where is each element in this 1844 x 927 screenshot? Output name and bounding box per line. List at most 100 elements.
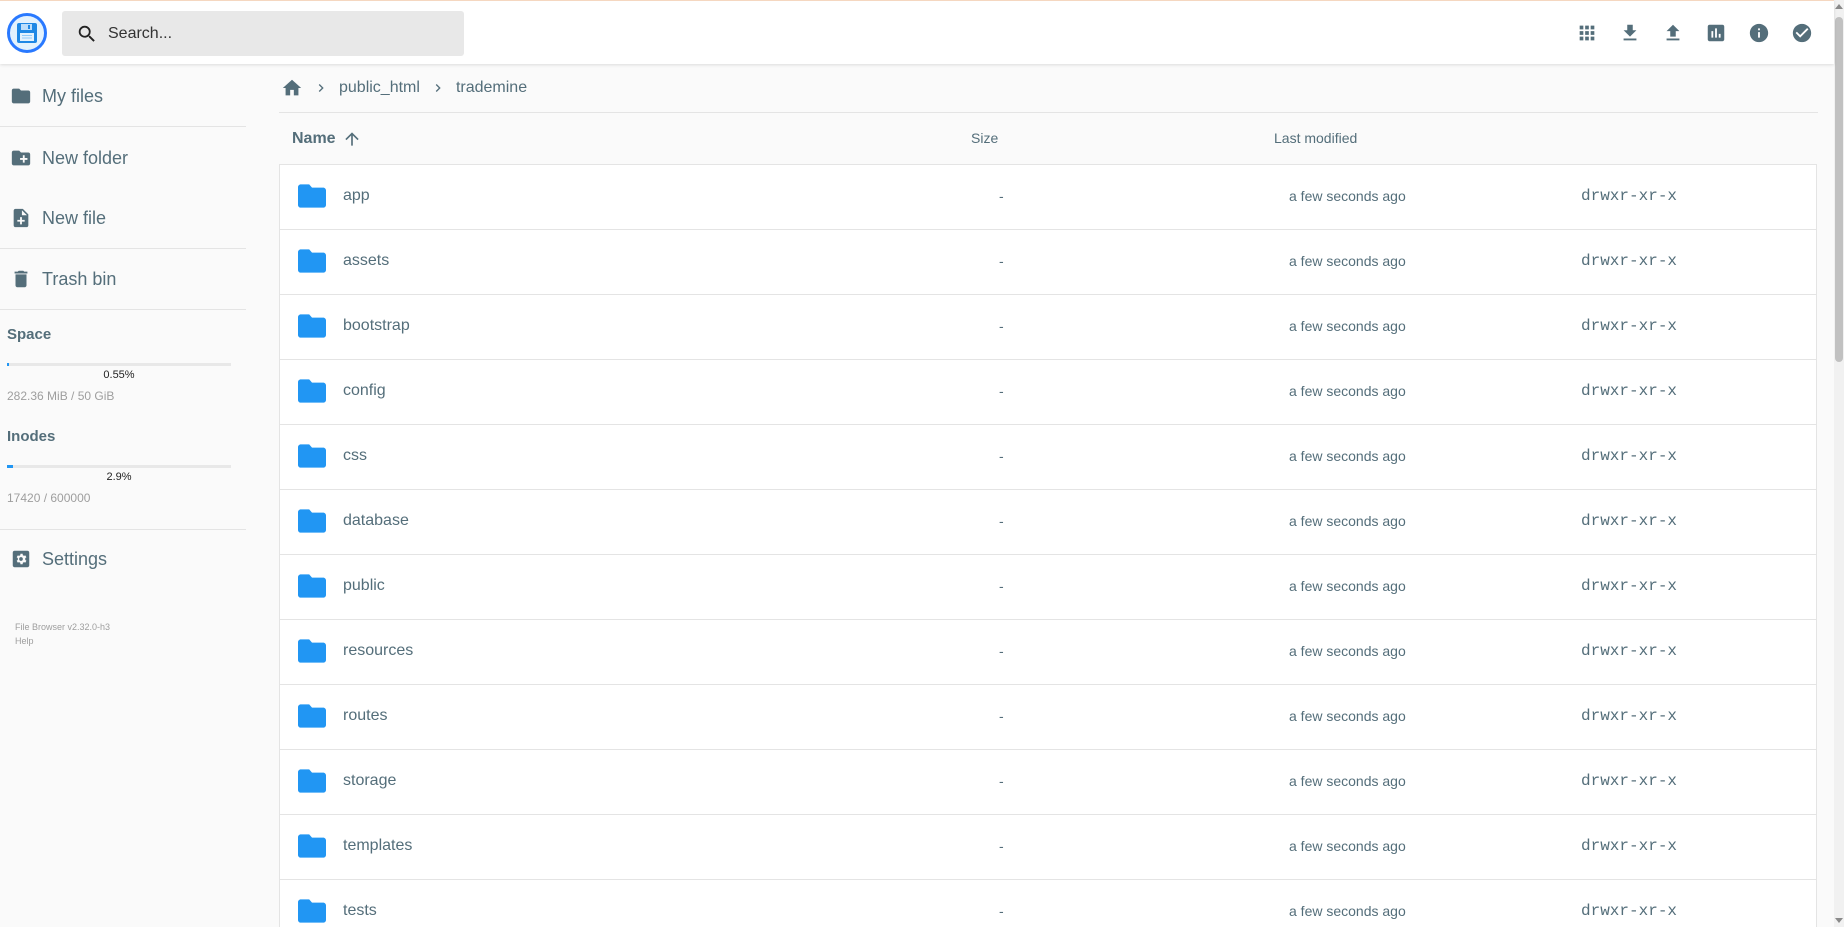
- breadcrumb-item[interactable]: trademine: [456, 79, 527, 97]
- chevron-right-icon: [435, 84, 441, 92]
- upload-button[interactable]: [1657, 17, 1689, 49]
- file-size: -: [999, 838, 1004, 854]
- file-permissions: drwxr-xr-x: [1581, 642, 1678, 660]
- column-header-name: Name: [292, 130, 336, 147]
- floppy-disk-icon: [17, 23, 37, 43]
- file-modified: a few seconds ago: [1289, 838, 1406, 854]
- sort-by-modified-button[interactable]: Last modified: [1274, 130, 1357, 146]
- file-size: -: [999, 513, 1004, 529]
- folder-icon: [298, 444, 326, 468]
- folder-icon: [298, 249, 326, 273]
- header-actions: [1571, 17, 1818, 49]
- home-icon[interactable]: [281, 77, 303, 99]
- table-row[interactable]: tests - a few seconds ago drwxr-xr-x: [280, 880, 1816, 927]
- scroll-down-arrow[interactable]: [1835, 918, 1843, 923]
- table-row[interactable]: app - a few seconds ago drwxr-xr-x: [280, 165, 1816, 230]
- search-box[interactable]: [62, 11, 464, 56]
- folder-icon: [298, 314, 326, 338]
- table-row[interactable]: bootstrap - a few seconds ago drwxr-xr-x: [280, 295, 1816, 360]
- sort-by-name-button[interactable]: Name: [292, 129, 362, 149]
- file-modified: a few seconds ago: [1289, 708, 1406, 724]
- file-modified: a few seconds ago: [1289, 448, 1406, 464]
- file-name: assets: [343, 252, 390, 269]
- table-row[interactable]: resources - a few seconds ago drwxr-xr-x: [280, 620, 1816, 685]
- file-modified: a few seconds ago: [1289, 383, 1406, 399]
- file-permissions: drwxr-xr-x: [1581, 902, 1678, 920]
- table-row[interactable]: config - a few seconds ago drwxr-xr-x: [280, 360, 1816, 425]
- file-modified: a few seconds ago: [1289, 773, 1406, 789]
- table-row[interactable]: routes - a few seconds ago drwxr-xr-x: [280, 685, 1816, 750]
- file-permissions: drwxr-xr-x: [1581, 252, 1678, 270]
- grid-view-icon: [1579, 25, 1595, 41]
- folder-icon: [298, 899, 326, 923]
- table-row[interactable]: public - a few seconds ago drwxr-xr-x: [280, 555, 1816, 620]
- download-button[interactable]: [1614, 17, 1646, 49]
- sidebar-item-new-file[interactable]: New file: [0, 195, 248, 241]
- file-modified: a few seconds ago: [1289, 318, 1406, 334]
- help-link[interactable]: Help: [15, 634, 110, 648]
- sidebar-item-settings[interactable]: Settings: [0, 536, 248, 582]
- folder-icon: [298, 574, 326, 598]
- table-row[interactable]: templates - a few seconds ago drwxr-xr-x: [280, 815, 1816, 880]
- settings-icon: [12, 550, 30, 568]
- file-name: templates: [343, 837, 413, 854]
- file-size: -: [999, 708, 1004, 724]
- sidebar-item-label: Trash bin: [42, 268, 117, 289]
- scroll-up-arrow[interactable]: [1835, 4, 1843, 9]
- file-browser-logo-icon[interactable]: [7, 13, 47, 53]
- folder-icon: [298, 769, 326, 793]
- info-icon: [1749, 23, 1769, 43]
- scrollbar-thumb[interactable]: [1835, 17, 1843, 362]
- sidebar: My files New folder New file Trash bin S…: [0, 64, 248, 927]
- folder-icon: [298, 379, 326, 403]
- table-row[interactable]: css - a few seconds ago drwxr-xr-x: [280, 425, 1816, 490]
- file-size: -: [999, 643, 1004, 659]
- file-name: public: [343, 577, 385, 594]
- file-modified: a few seconds ago: [1289, 513, 1406, 529]
- upload-icon: [1666, 24, 1680, 41]
- space-percent: 0.55%: [103, 369, 135, 381]
- info-button[interactable]: [1743, 17, 1775, 49]
- space-title: Space: [7, 326, 52, 343]
- folder-icon: [298, 704, 326, 728]
- file-permissions: drwxr-xr-x: [1581, 707, 1678, 725]
- folder-icon: [298, 184, 326, 208]
- inodes-progress-fill: [7, 465, 14, 468]
- table-row[interactable]: assets - a few seconds ago drwxr-xr-x: [280, 230, 1816, 295]
- sort-by-size-button[interactable]: Size: [971, 130, 998, 146]
- file-permissions: drwxr-xr-x: [1581, 772, 1678, 790]
- file-size: -: [999, 383, 1004, 399]
- create-new-folder-icon: [11, 150, 31, 166]
- file-size: -: [999, 253, 1004, 269]
- sidebar-divider: [0, 529, 246, 530]
- file-list: app - a few seconds ago drwxr-xr-x assets - a …: [279, 164, 1817, 927]
- search-input[interactable]: [108, 24, 448, 43]
- table-row[interactable]: database - a few seconds ago drwxr-xr-x: [280, 490, 1816, 555]
- scrollbar[interactable]: [1834, 0, 1844, 927]
- file-name: app: [343, 187, 370, 204]
- file-name: resources: [343, 642, 414, 659]
- version-link[interactable]: File Browser v2.32.0-h3: [15, 620, 110, 634]
- space-progress-fill: [7, 363, 9, 366]
- note-add-icon: [13, 208, 29, 228]
- file-size: -: [999, 188, 1004, 204]
- sidebar-item-label: Settings: [42, 548, 108, 569]
- table-row[interactable]: storage - a few seconds ago drwxr-xr-x: [280, 750, 1816, 815]
- sidebar-item-new-folder[interactable]: New folder: [0, 135, 248, 181]
- folder-icon: [298, 509, 326, 533]
- breadcrumb-item[interactable]: public_html: [339, 79, 420, 97]
- sidebar-item-label: My files: [42, 85, 104, 106]
- sidebar-item-trash-bin[interactable]: Trash bin: [0, 256, 248, 302]
- inodes-progress-bar: [7, 465, 231, 468]
- file-permissions: drwxr-xr-x: [1581, 187, 1678, 205]
- file-name: routes: [343, 707, 388, 724]
- sidebar-divider: [0, 309, 246, 310]
- sidebar-item-my-files[interactable]: My files: [0, 73, 248, 119]
- select-multiple-button[interactable]: [1786, 17, 1818, 49]
- space-usage: 282.36 MiB / 50 GiB: [7, 389, 115, 403]
- switch-view-button[interactable]: [1571, 17, 1603, 49]
- listing-header: Name Size Last modified: [279, 116, 1817, 164]
- download-icon: [1623, 24, 1637, 41]
- folder-icon: [298, 834, 326, 858]
- disk-usage-button[interactable]: [1700, 17, 1732, 49]
